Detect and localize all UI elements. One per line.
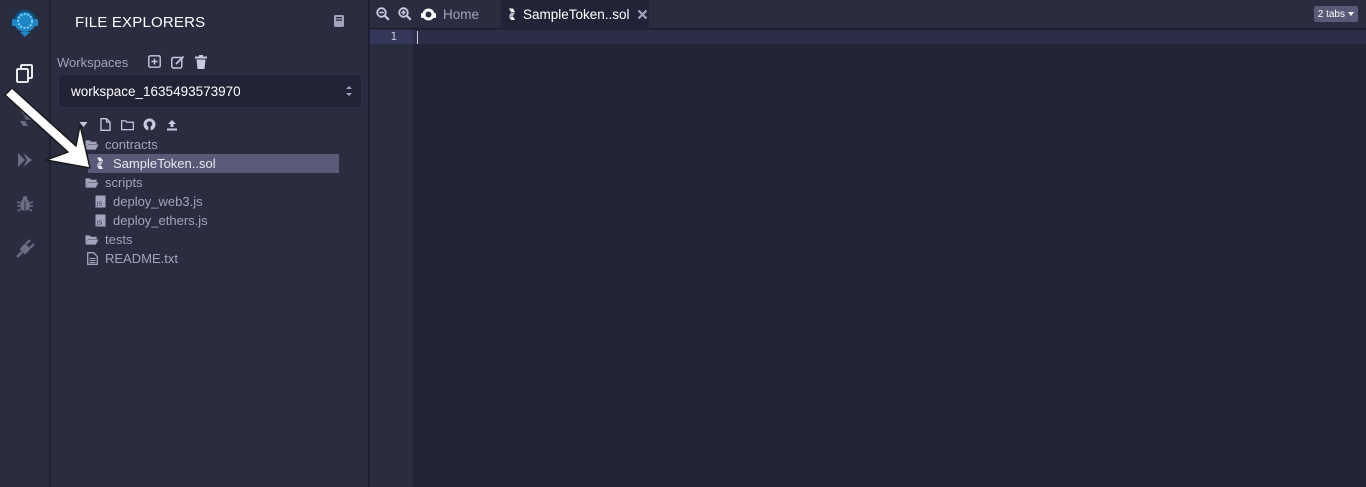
close-tab-icon[interactable] [637, 9, 648, 20]
zoom-out-icon[interactable] [376, 7, 390, 21]
tree-label: deploy_web3.js [113, 194, 203, 209]
text-cursor [417, 31, 418, 44]
workspace-select-value: workspace_1635493573970 [71, 83, 241, 99]
file-explorer-icon[interactable] [0, 51, 50, 95]
tree-file-deploy-web3[interactable]: JS deploy_web3.js [93, 192, 203, 211]
tree-file-deploy-ethers[interactable]: JS deploy_ethers.js [93, 211, 208, 230]
remix-ide: FILE EXPLORERS Workspaces workspace_1635… [0, 0, 1366, 487]
js-file-icon: JS [93, 214, 107, 228]
line-number: 1 [370, 30, 413, 44]
tree-toolbar [77, 118, 178, 131]
tree-folder-scripts[interactable]: scripts [85, 173, 143, 192]
workspace-actions [147, 54, 208, 69]
workspaces-label: Workspaces [57, 55, 129, 70]
tree-file-readme[interactable]: README.txt [85, 249, 178, 268]
editor-tabs-bar: Home SampleToken..sol 2 tabs [370, 0, 1366, 29]
tab-label: SampleToken..sol [523, 7, 630, 22]
tree-label: README.txt [105, 251, 178, 266]
rename-workspace-icon[interactable] [170, 54, 185, 69]
workspace-select[interactable]: workspace_1635493573970 [58, 74, 362, 108]
folder-open-icon [85, 233, 99, 247]
zoom-in-icon[interactable] [398, 7, 412, 21]
upload-icon[interactable] [165, 118, 178, 131]
delete-workspace-icon[interactable] [193, 54, 208, 69]
tree-label: deploy_ethers.js [113, 213, 208, 228]
tab-home[interactable]: Home [418, 0, 502, 29]
tree-label: SampleToken..sol [113, 156, 216, 171]
new-folder-icon[interactable] [121, 118, 134, 131]
deploy-run-icon[interactable] [0, 138, 50, 182]
tab-sampletoken[interactable]: SampleToken..sol [501, 0, 649, 29]
tab-label: Home [443, 7, 480, 22]
create-workspace-icon[interactable] [147, 54, 162, 69]
debugger-icon[interactable] [0, 182, 50, 226]
active-line-highlight [413, 30, 1366, 44]
folder-open-icon [85, 176, 99, 190]
solidity-file-icon [507, 8, 517, 21]
tree-label: tests [105, 232, 133, 247]
tree-folder-tests[interactable]: tests [85, 230, 132, 249]
new-file-icon[interactable] [99, 118, 112, 131]
caret-down-icon[interactable] [77, 118, 90, 131]
caret-down-icon [1348, 12, 1354, 16]
remix-home-icon [420, 6, 437, 23]
svg-text:JS: JS [96, 202, 103, 208]
select-caret-icon [346, 86, 352, 96]
documentation-icon[interactable] [332, 14, 346, 28]
file-explorer-panel: FILE EXPLORERS Workspaces workspace_1635… [51, 0, 369, 487]
tree-label: scripts [105, 175, 143, 190]
svg-text:JS: JS [96, 221, 103, 227]
code-editor[interactable]: 1 [370, 29, 1366, 487]
folder-open-icon [85, 138, 99, 152]
js-file-icon: JS [93, 195, 107, 209]
solidity-compiler-icon[interactable] [0, 96, 50, 140]
tree-file-sampletoken[interactable]: SampleToken..sol [88, 154, 339, 173]
icon-rail [0, 0, 50, 487]
panel-title: FILE EXPLORERS [75, 14, 206, 31]
line-gutter [370, 29, 413, 487]
plugin-manager-icon[interactable] [0, 227, 50, 271]
tabs-count-dropdown[interactable]: 2 tabs [1313, 6, 1358, 22]
tabs-count-label: 2 tabs [1317, 8, 1345, 20]
tree-label: contracts [105, 137, 158, 152]
tree-folder-contracts[interactable]: contracts [85, 135, 158, 154]
solidity-file-icon [93, 157, 107, 171]
remix-logo-icon[interactable] [0, 0, 50, 44]
github-icon[interactable] [143, 118, 156, 131]
text-file-icon [85, 252, 99, 266]
